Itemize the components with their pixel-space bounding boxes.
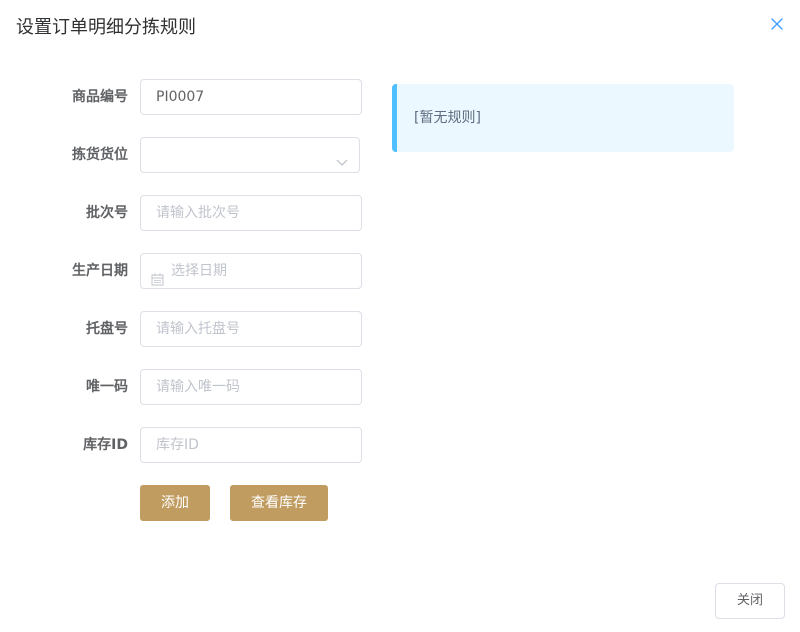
stock-id-input[interactable]: 库存ID xyxy=(140,427,362,463)
batch-no-input[interactable]: 请输入批次号 xyxy=(140,195,362,231)
pallet-no-input[interactable]: 请输入托盘号 xyxy=(140,311,362,347)
batch-no-label: 批次号 xyxy=(86,205,128,221)
unique-code-row: 唯一码 请输入唯一码 xyxy=(0,369,370,405)
production-date-row: 生产日期 选择日期 xyxy=(0,253,370,289)
product-code-row: 商品编号 PI0007 xyxy=(0,79,370,115)
batch-no-row: 批次号 请输入批次号 xyxy=(0,195,370,231)
chevron-down-icon xyxy=(335,148,349,166)
product-code-label: 商品编号 xyxy=(72,89,128,105)
sorting-rule-dialog: 设置订单明细分拣规则 商品编号 PI0007 拣货货位 批次号 请输入批次号 生… xyxy=(0,0,800,632)
stock-id-label: 库存ID xyxy=(83,437,128,453)
dialog-title: 设置订单明细分拣规则 xyxy=(16,17,196,38)
production-date-label: 生产日期 xyxy=(72,263,128,279)
stock-id-row: 库存ID 库存ID xyxy=(0,427,370,463)
pick-location-label: 拣货货位 xyxy=(72,147,128,163)
close-button[interactable]: 关闭 xyxy=(715,583,785,619)
pallet-no-label: 托盘号 xyxy=(86,321,128,337)
pick-location-row: 拣货货位 xyxy=(0,137,370,173)
unique-code-input[interactable]: 请输入唯一码 xyxy=(140,369,362,405)
pick-location-select[interactable] xyxy=(140,137,360,173)
pallet-no-row: 托盘号 请输入托盘号 xyxy=(0,311,370,347)
production-date-placeholder: 选择日期 xyxy=(171,263,227,279)
no-rules-text: [暂无规则] xyxy=(414,110,481,126)
close-icon[interactable] xyxy=(768,15,786,33)
view-stock-button[interactable]: 查看库存 xyxy=(230,485,328,521)
calendar-icon xyxy=(151,265,164,286)
rules-panel: [暂无规则] xyxy=(392,84,734,152)
add-button[interactable]: 添加 xyxy=(140,485,210,521)
production-date-picker[interactable]: 选择日期 xyxy=(140,253,362,289)
product-code-input[interactable]: PI0007 xyxy=(140,79,362,115)
unique-code-label: 唯一码 xyxy=(86,379,128,395)
